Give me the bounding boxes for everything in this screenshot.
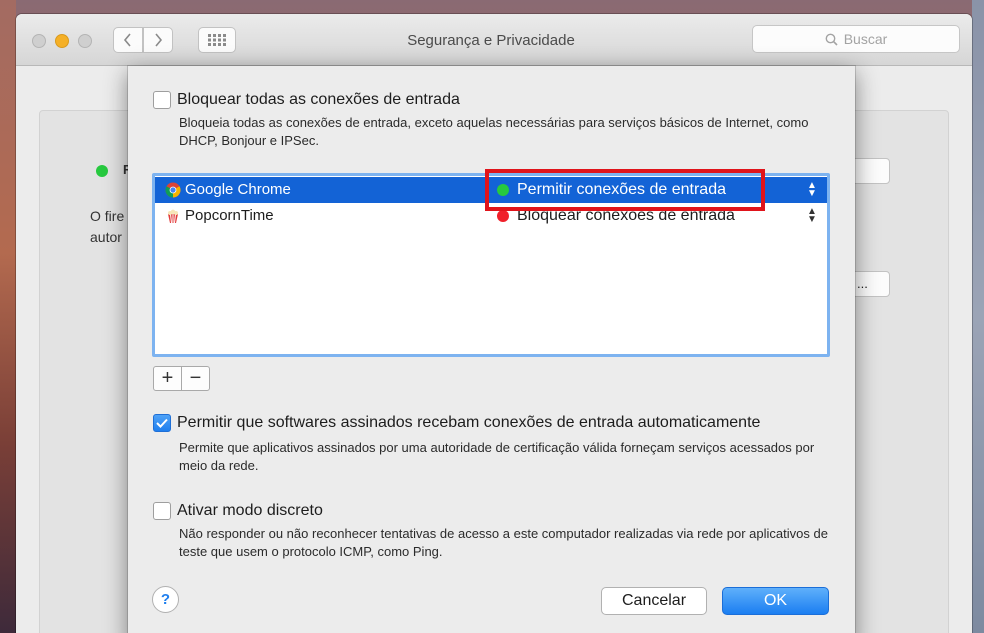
stealth-mode-label: Ativar modo discreto xyxy=(177,502,323,519)
add-app-button[interactable]: + xyxy=(153,366,182,391)
search-icon xyxy=(825,33,838,46)
app-list[interactable]: Google Chrome Permitir conexões de entra… xyxy=(152,173,830,357)
app-status-select[interactable]: Bloquear conexões de entrada xyxy=(517,207,735,225)
signed-software-description: Permite que aplicativos assinados por um… xyxy=(179,440,815,473)
stealth-mode-description: Não responder ou não reconhecer tentativ… xyxy=(179,526,828,559)
app-row-google-chrome[interactable]: Google Chrome Permitir conexões de entra… xyxy=(155,177,827,203)
checkmark-icon xyxy=(156,418,168,428)
block-all-description: Bloqueia todas as conexões de entrada, e… xyxy=(179,115,809,148)
block-all-label: Bloquear todas as conexões de entrada xyxy=(177,91,460,108)
help-button[interactable]: ? xyxy=(152,586,179,613)
app-row-popcorntime[interactable]: PopcornTime Bloquear conexões de entrada… xyxy=(155,203,827,229)
search-field[interactable]: Buscar xyxy=(752,25,960,53)
signed-software-label: Permitir que softwares assinados recebam… xyxy=(177,414,761,431)
up-down-chevron-icon[interactable]: ▲ ▼ xyxy=(807,181,817,199)
up-down-chevron-icon[interactable]: ▲ ▼ xyxy=(807,207,817,225)
popcorn-icon xyxy=(168,209,178,224)
app-status-select[interactable]: Permitir conexões de entrada xyxy=(517,181,726,199)
search-placeholder: Buscar xyxy=(843,31,888,47)
desktop-background xyxy=(0,0,16,633)
desktop-background-right xyxy=(972,0,984,633)
firewall-status-dot xyxy=(96,165,108,177)
block-status-dot xyxy=(497,210,509,222)
cancel-button[interactable]: Cancelar xyxy=(601,587,707,615)
app-name: Google Chrome xyxy=(185,181,291,198)
block-all-checkbox[interactable] xyxy=(153,91,171,109)
chrome-icon xyxy=(165,182,181,198)
firewall-description: O fire autor xyxy=(90,208,125,245)
title-bar: Segurança e Privacidade Buscar xyxy=(16,14,972,66)
app-name: PopcornTime xyxy=(185,207,274,224)
remove-app-button[interactable]: − xyxy=(181,366,210,391)
ok-button[interactable]: OK xyxy=(722,587,829,615)
signed-software-checkbox[interactable] xyxy=(153,414,171,432)
allow-status-dot xyxy=(497,184,509,196)
firewall-options-sheet: Bloquear todas as conexões de entrada Bl… xyxy=(128,66,855,633)
stealth-mode-checkbox[interactable] xyxy=(153,502,171,520)
